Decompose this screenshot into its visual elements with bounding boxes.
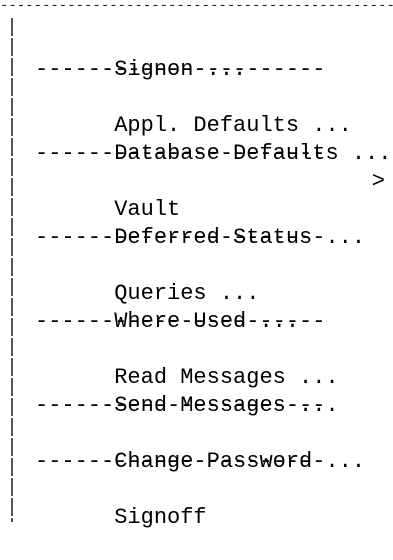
submenu-arrow-icon: > bbox=[371, 169, 385, 194]
menu-separator: ---------------------- bbox=[35, 141, 326, 166]
menu-item-where-used[interactable]: Where Used ... bbox=[35, 280, 385, 334]
menu-item-queries[interactable]: Queries ... bbox=[35, 252, 385, 306]
menu-item-signon[interactable]: Signon ... bbox=[35, 28, 385, 82]
menu-separator: ---------------------- bbox=[35, 57, 326, 82]
menu-item-vault[interactable]: Vault > bbox=[35, 168, 385, 222]
menu-item-label: Signoff bbox=[114, 505, 207, 530]
menu-item-change-password[interactable]: Change Password ... bbox=[35, 420, 385, 474]
menu-item-signoff[interactable]: Signoff bbox=[35, 476, 385, 530]
menu-item-appl-defaults[interactable]: Appl. Defaults ... bbox=[35, 84, 385, 138]
menu-left-border bbox=[11, 18, 13, 522]
menu-separator: ---------------------- bbox=[35, 225, 326, 250]
menu-separator: ---------------------- bbox=[35, 393, 326, 418]
menu-frame: ---------------------- ------------------… bbox=[0, 0, 393, 530]
menu-separator: ---------------------- bbox=[35, 449, 326, 474]
menu-item-send-messages[interactable]: Send Messages ... bbox=[35, 364, 385, 418]
menu-top-border: ----------------------------------------… bbox=[0, 0, 393, 12]
menu-list: Signon ... ---------------------- Appl. … bbox=[35, 28, 391, 530]
menu-item-read-messages[interactable]: Read Messages ... bbox=[35, 336, 385, 390]
menu-item-database-defaults[interactable]: Database Defaults ... bbox=[35, 112, 391, 166]
menu-item-deferred-status[interactable]: Deferred Status ... bbox=[35, 196, 385, 250]
menu-separator: ---------------------- bbox=[35, 309, 326, 334]
